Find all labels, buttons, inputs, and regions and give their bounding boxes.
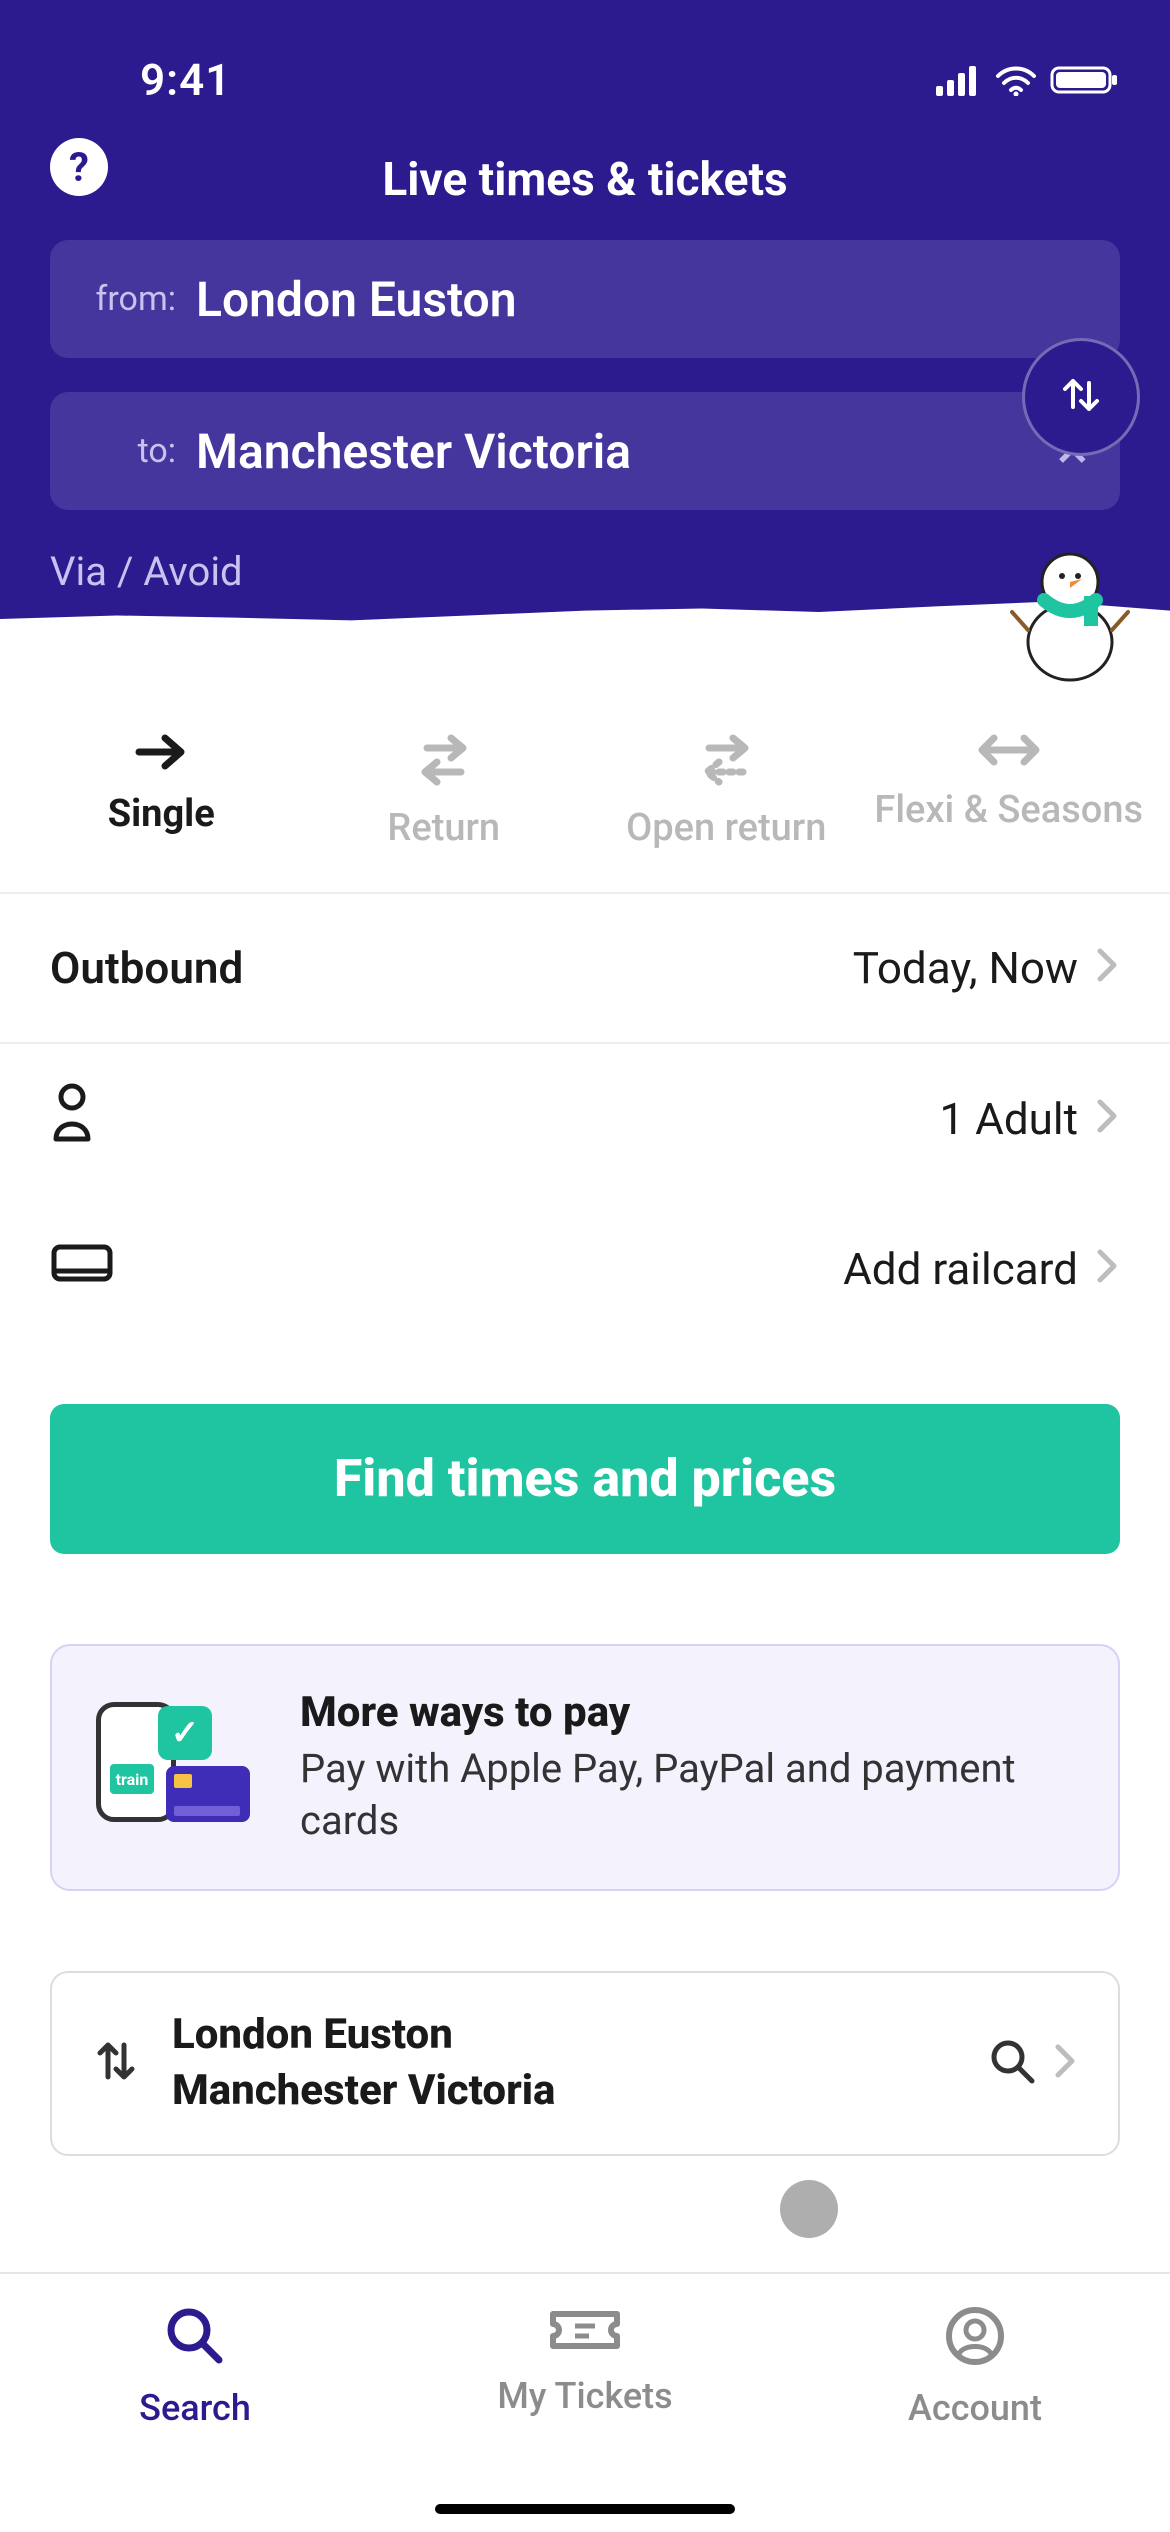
recent-from: London Euston <box>172 2007 956 2064</box>
to-station-field[interactable]: to: Manchester Victoria ✕ <box>50 392 1120 510</box>
double-arrow-icon <box>970 730 1048 770</box>
open-return-icon <box>691 730 761 788</box>
outbound-row[interactable]: Outbound Today, Now <box>0 894 1170 1044</box>
arrow-right-icon <box>131 730 191 774</box>
status-icons <box>936 64 1120 96</box>
swap-stations-button[interactable] <box>1022 338 1140 456</box>
wifi-icon <box>994 64 1038 96</box>
header: 9:41 ? Live times & tickets from: London… <box>0 0 1170 646</box>
arrows-swap-icon <box>409 730 479 788</box>
ticket-type-return[interactable]: Return <box>303 730 586 852</box>
promo-card[interactable]: ✓ train More ways to pay Pay with Apple … <box>50 1644 1120 1891</box>
promo-title: More ways to pay <box>300 1688 1074 1737</box>
snowman-icon <box>1010 522 1130 682</box>
find-times-label: Find times and prices <box>334 1448 836 1509</box>
chevron-right-icon <box>1096 1243 1120 1295</box>
recent-to: Manchester Victoria <box>172 2063 956 2120</box>
passengers-row[interactable]: 1 Adult <box>0 1044 1170 1194</box>
promo-text: More ways to pay Pay with Apple Pay, Pay… <box>300 1688 1074 1847</box>
ticket-type-open-return-label: Open return <box>626 806 826 852</box>
status-bar: 9:41 <box>0 30 1170 120</box>
ticket-type-return-label: Return <box>387 806 500 852</box>
railcard-row[interactable]: Add railcard <box>0 1194 1170 1344</box>
to-label: to: <box>86 431 176 471</box>
tab-search[interactable]: Search <box>0 2304 390 2429</box>
ticket-type-single-label: Single <box>108 792 215 838</box>
touch-indicator <box>780 2180 838 2238</box>
payment-methods-icon: ✓ train <box>96 1702 256 1832</box>
chevron-right-icon <box>1096 1093 1120 1145</box>
station-fields: from: London Euston to: Manchester Victo… <box>0 240 1170 510</box>
recent-search-card[interactable]: London Euston Manchester Victoria <box>50 1971 1120 2156</box>
search-tab-icon <box>163 2304 227 2377</box>
from-value: London Euston <box>196 271 517 328</box>
outbound-label: Outbound <box>50 942 243 994</box>
title-row: ? Live times & tickets <box>0 120 1170 240</box>
ticket-tab-icon <box>547 2304 623 2365</box>
ticket-type-open-return[interactable]: Open return <box>585 730 868 852</box>
tab-bar: Search My Tickets Account <box>0 2272 1170 2532</box>
battery-icon <box>1050 64 1120 96</box>
passengers-value: 1 Adult <box>939 1093 1078 1145</box>
tab-search-label: Search <box>139 2387 251 2429</box>
chevron-right-icon <box>1054 2043 1078 2083</box>
help-button[interactable]: ? <box>50 138 108 196</box>
tab-tickets-label: My Tickets <box>497 2375 672 2417</box>
tab-account-label: Account <box>908 2387 1042 2429</box>
chevron-right-icon <box>1096 942 1120 994</box>
account-tab-icon <box>943 2304 1007 2377</box>
home-indicator <box>435 2504 735 2514</box>
tab-my-tickets[interactable]: My Tickets <box>390 2304 780 2417</box>
ticket-type-single[interactable]: Single <box>20 730 303 838</box>
find-times-button[interactable]: Find times and prices <box>50 1404 1120 1554</box>
railcard-icon <box>50 1241 114 1296</box>
swap-small-icon <box>92 2033 140 2093</box>
from-label: from: <box>86 279 176 319</box>
outbound-value: Today, Now <box>853 942 1078 994</box>
via-avoid-link[interactable]: Via / Avoid <box>0 544 1170 595</box>
swap-icon <box>1053 367 1109 427</box>
ticket-type-flexi-label: Flexi & Seasons <box>874 788 1143 834</box>
ticket-type-row: Single Return Open return Flexi & Season… <box>0 646 1170 894</box>
person-icon <box>50 1083 94 1154</box>
to-value: Manchester Victoria <box>196 423 631 480</box>
from-station-field[interactable]: from: London Euston <box>50 240 1120 358</box>
help-icon: ? <box>69 144 89 191</box>
railcard-value: Add railcard <box>843 1243 1078 1295</box>
ticket-type-flexi[interactable]: Flexi & Seasons <box>868 730 1151 834</box>
tab-account[interactable]: Account <box>780 2304 1170 2429</box>
search-icon <box>988 2037 1036 2089</box>
promo-subtitle: Pay with Apple Pay, PayPal and payment c… <box>300 1743 1074 1847</box>
page-title: Live times & tickets <box>382 153 787 207</box>
status-time: 9:41 <box>140 54 231 106</box>
cellular-signal-icon <box>936 64 982 96</box>
